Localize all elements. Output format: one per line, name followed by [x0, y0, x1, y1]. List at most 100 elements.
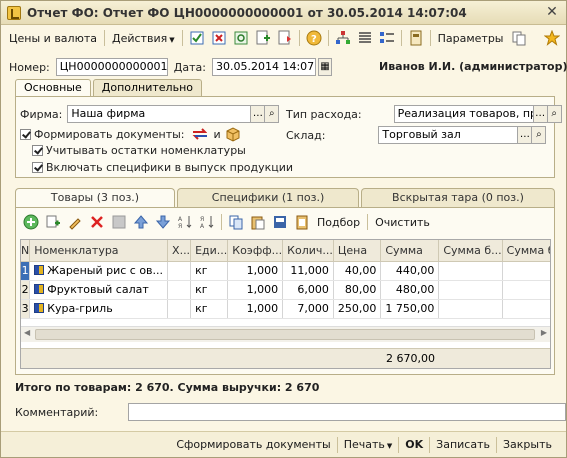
print-menu-button[interactable]: Печать ▼ [338, 438, 399, 451]
tab-additional[interactable]: Дополнительно [92, 79, 202, 96]
table-row[interactable]: 1 Жареный рис с ов... кг 1,000 11,000 40… [21, 261, 550, 281]
list-icon[interactable] [357, 30, 373, 46]
calendar-icon[interactable]: ▦ [317, 58, 332, 76]
tab-goods[interactable]: Товары (3 поз.) [15, 188, 175, 208]
refresh-icon[interactable] [233, 30, 249, 46]
col-price[interactable]: Цена [333, 240, 382, 262]
copy-doc-icon[interactable] [228, 214, 244, 230]
firm-search-icon[interactable]: ⌕ [265, 105, 280, 123]
unpost-icon[interactable] [211, 30, 227, 46]
hierarchy-icon[interactable] [335, 30, 351, 46]
move-down-icon[interactable] [155, 214, 171, 230]
row-coef[interactable]: 1,000 [227, 299, 284, 319]
col-n[interactable]: N [21, 240, 31, 262]
col-sum[interactable]: Сумма [380, 240, 440, 262]
warehouse-select-button[interactable]: … [518, 126, 533, 144]
expense-field[interactable]: Реализация товаров, продукции [393, 105, 534, 123]
row-unit[interactable]: кг [190, 261, 229, 281]
col-qty[interactable]: Колич... [282, 240, 334, 262]
copy-row-icon[interactable] [45, 214, 61, 230]
favorite-star-icon[interactable] [543, 30, 560, 46]
horizontal-scrollbar[interactable]: ◀ ▶ [21, 326, 550, 342]
tab-opened-package[interactable]: Вскрытая тара (0 поз.) [361, 188, 555, 207]
row-sum[interactable]: 480,00 [380, 280, 440, 300]
row-name-cell[interactable]: Кура-гриль [29, 299, 169, 319]
warehouse-field[interactable]: Торговый зал [378, 126, 519, 144]
row-sum-b2[interactable] [502, 280, 550, 300]
clear-button[interactable]: Очистить [371, 216, 434, 229]
transfer-arrows-icon[interactable] [191, 126, 207, 142]
form-documents-button[interactable]: Сформировать документы [170, 438, 336, 451]
table-row[interactable]: 3 Кура-гриль кг 1,000 7,000 250,00 1 750… [21, 299, 550, 319]
consider-rest-checkbox[interactable] [32, 145, 43, 156]
clipboard-icon[interactable] [294, 214, 310, 230]
checklist-icon[interactable] [379, 30, 395, 46]
comment-field[interactable] [128, 403, 567, 421]
delete-row-icon[interactable] [89, 214, 105, 230]
row-name-cell[interactable]: Фруктовый салат [29, 280, 169, 300]
col-sum-without-1[interactable]: Сумма б... [438, 240, 503, 262]
tab-specifics[interactable]: Специфики (1 поз.) [177, 188, 359, 207]
row-coef[interactable]: 1,000 [227, 261, 284, 281]
close-window-icon[interactable]: ✕ [544, 4, 560, 20]
col-coef[interactable]: Коэфф... [227, 240, 284, 262]
add-row-icon[interactable] [23, 214, 39, 230]
row-coef[interactable]: 1,000 [227, 280, 284, 300]
table-row[interactable]: 2 Фруктовый салат кг 1,000 6,000 80,00 4… [21, 280, 550, 300]
row-char[interactable] [167, 299, 192, 319]
tab-main[interactable]: Основные [15, 79, 91, 97]
col-sum-without-2[interactable]: Сумма б... [502, 240, 550, 262]
save-button[interactable]: Записать [430, 438, 496, 451]
expense-search-icon[interactable]: ⌕ [547, 105, 562, 123]
firm-field[interactable]: Наша фирма [67, 105, 252, 123]
actions-menu-button[interactable]: Действия ▼ [108, 32, 179, 45]
include-spec-checkbox[interactable] [32, 162, 43, 173]
settings-doc-icon[interactable] [408, 30, 424, 46]
row-sum-b2[interactable] [502, 299, 550, 319]
number-field[interactable]: ЦН0000000000001 [55, 58, 168, 76]
package-icon[interactable] [225, 126, 241, 142]
row-unit[interactable]: кг [190, 299, 229, 319]
form-docs-checkbox[interactable] [20, 128, 31, 140]
prices-currency-button[interactable]: Цены и валюта [5, 32, 101, 45]
move-up-icon[interactable] [133, 214, 149, 230]
row-sum-b1[interactable] [438, 299, 503, 319]
col-nomenclature[interactable]: Номенклатура [29, 240, 169, 262]
row-name-cell[interactable]: Жареный рис с ов... [29, 261, 169, 281]
post-icon[interactable] [189, 30, 205, 46]
date-field[interactable]: 30.05.2014 14:07:04 [211, 58, 316, 76]
expense-select-button[interactable]: … [533, 105, 548, 123]
row-qty[interactable]: 11,000 [282, 261, 334, 281]
row-qty[interactable]: 7,000 [282, 299, 334, 319]
col-unit[interactable]: Еди... [190, 240, 229, 262]
ok-button[interactable]: OK [399, 438, 429, 451]
sort-asc-icon[interactable]: AЯ [177, 214, 193, 230]
edit-row-icon[interactable] [67, 214, 83, 230]
row-price[interactable]: 80,00 [333, 280, 382, 300]
firm-select-button[interactable]: … [251, 105, 266, 123]
scroll-left-icon[interactable]: ◀ [24, 328, 30, 337]
structure-icon[interactable] [277, 30, 293, 46]
help-icon[interactable]: ? [306, 30, 322, 46]
scroll-right-icon[interactable]: ▶ [541, 328, 547, 337]
row-char[interactable] [167, 261, 192, 281]
close-button[interactable]: Закрыть [497, 438, 558, 451]
warehouse-search-icon[interactable]: ⌕ [532, 126, 547, 144]
row-sum-b1[interactable] [438, 280, 503, 300]
paste-icon[interactable] [250, 214, 266, 230]
row-qty[interactable]: 6,000 [282, 280, 334, 300]
col-char[interactable]: Х... [167, 240, 192, 262]
row-sum[interactable]: 1 750,00 [380, 299, 440, 319]
pick-button[interactable]: Подбор [313, 216, 364, 229]
row-sum-b2[interactable] [502, 261, 550, 281]
save-icon[interactable] [111, 214, 127, 230]
row-unit[interactable]: кг [190, 280, 229, 300]
row-price[interactable]: 250,00 [333, 299, 382, 319]
row-price[interactable]: 40,00 [333, 261, 382, 281]
add-document-icon[interactable] [255, 30, 271, 46]
parameters-button[interactable]: Параметры [434, 32, 508, 45]
copy-icon[interactable] [511, 30, 527, 46]
row-char[interactable] [167, 280, 192, 300]
fill-icon[interactable] [272, 214, 288, 230]
row-sum[interactable]: 440,00 [380, 261, 440, 281]
